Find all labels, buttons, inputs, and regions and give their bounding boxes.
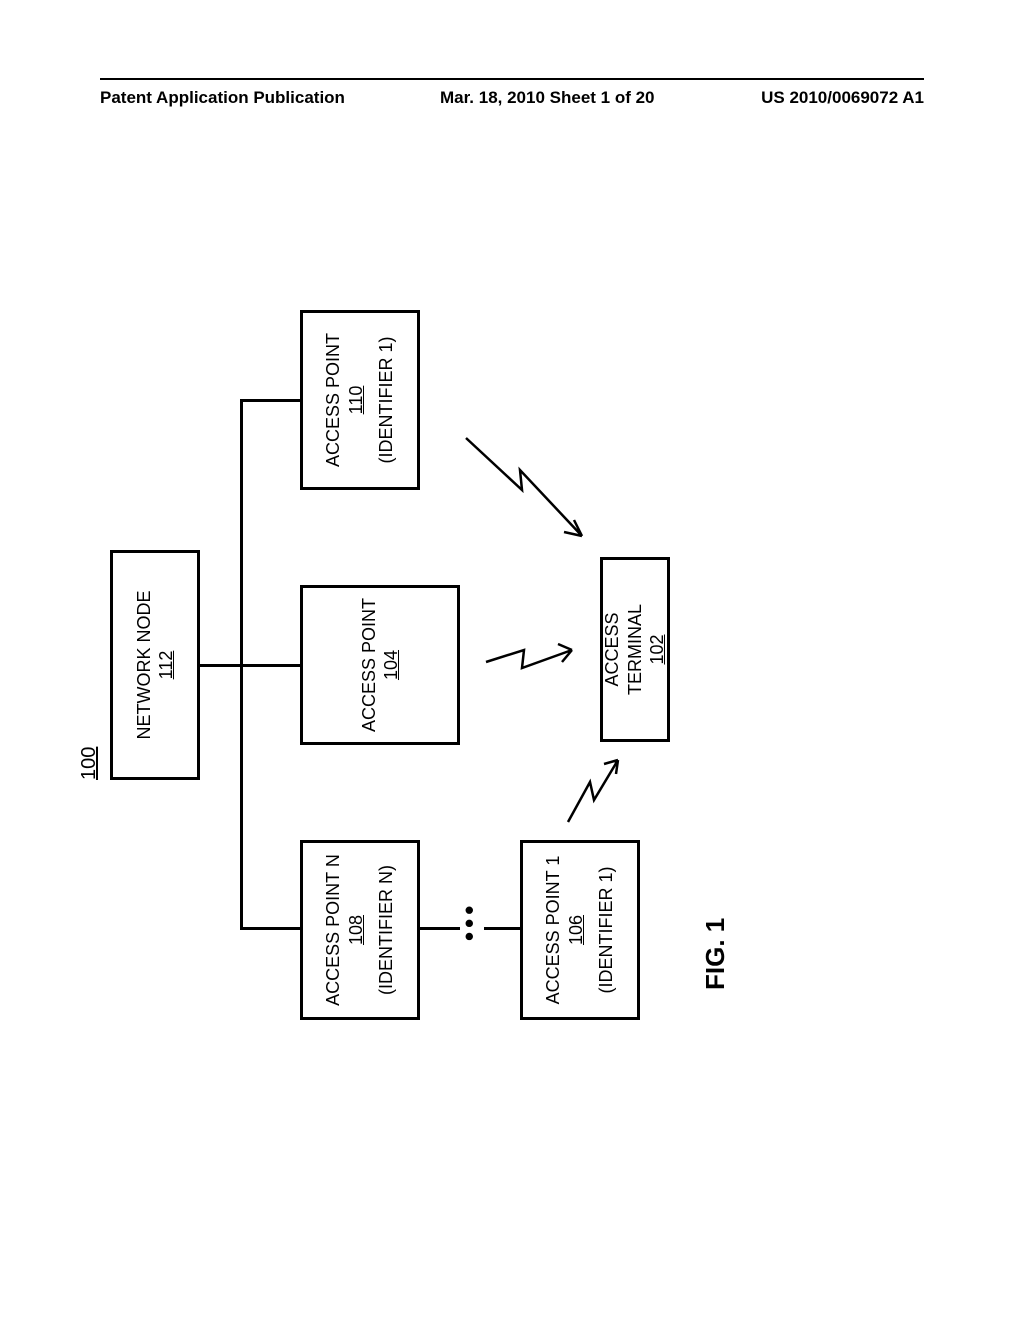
header-mid: Mar. 18, 2010 Sheet 1 of 20 bbox=[440, 88, 655, 108]
ap-n-ref: 108 bbox=[345, 915, 368, 945]
ap-110-identifier: (IDENTIFIER 1) bbox=[375, 337, 398, 464]
network-node-ref: 112 bbox=[155, 651, 178, 680]
terminal-title: ACCESS TERMINAL bbox=[601, 568, 646, 731]
connector-line bbox=[484, 927, 520, 930]
figure-1-diagram: 100 NETWORK NODE 112 ACCESS POINT N 108 … bbox=[100, 350, 940, 990]
access-point-110-block: ACCESS POINT 110 (IDENTIFIER 1) bbox=[300, 310, 420, 490]
ap-1-identifier: (IDENTIFIER 1) bbox=[595, 867, 618, 994]
ap-n-identifier: (IDENTIFIER N) bbox=[375, 865, 398, 995]
ap-n-title: ACCESS POINT N bbox=[322, 854, 345, 1006]
access-point-104-block: ACCESS POINT 104 bbox=[300, 585, 460, 745]
network-node-block: NETWORK NODE 112 bbox=[110, 550, 200, 780]
lightning-bolt-icon bbox=[480, 630, 580, 690]
connector-line bbox=[240, 399, 300, 402]
ap-110-title: ACCESS POINT bbox=[322, 333, 345, 467]
ap-104-title: ACCESS POINT bbox=[358, 598, 381, 732]
access-point-n-block: ACCESS POINT N 108 (IDENTIFIER N) bbox=[300, 840, 420, 1020]
page: Patent Application Publication Mar. 18, … bbox=[0, 0, 1024, 1320]
connector-line bbox=[240, 664, 300, 667]
header-right: US 2010/0069072 A1 bbox=[761, 88, 924, 108]
access-terminal-block: ACCESS TERMINAL 102 bbox=[600, 557, 670, 742]
lightning-bolt-icon bbox=[460, 430, 590, 550]
ap-1-ref: 106 bbox=[565, 915, 588, 945]
ap-110-ref: 110 bbox=[345, 386, 368, 415]
connector-line bbox=[200, 664, 240, 667]
connector-line bbox=[240, 927, 300, 930]
system-ref: 100 bbox=[78, 747, 101, 780]
ap-1-title: ACCESS POINT 1 bbox=[542, 856, 565, 1005]
ellipsis-icon: ••• bbox=[454, 902, 485, 941]
header-rule bbox=[100, 78, 924, 80]
ap-104-ref: 104 bbox=[380, 650, 403, 680]
network-node-title: NETWORK NODE bbox=[133, 591, 156, 740]
access-point-1-block: ACCESS POINT 1 106 (IDENTIFIER 1) bbox=[520, 840, 640, 1020]
terminal-ref: 102 bbox=[646, 634, 669, 664]
header-left: Patent Application Publication bbox=[100, 88, 345, 108]
lightning-bolt-icon bbox=[560, 750, 630, 830]
figure-label: FIG. 1 bbox=[700, 918, 731, 990]
